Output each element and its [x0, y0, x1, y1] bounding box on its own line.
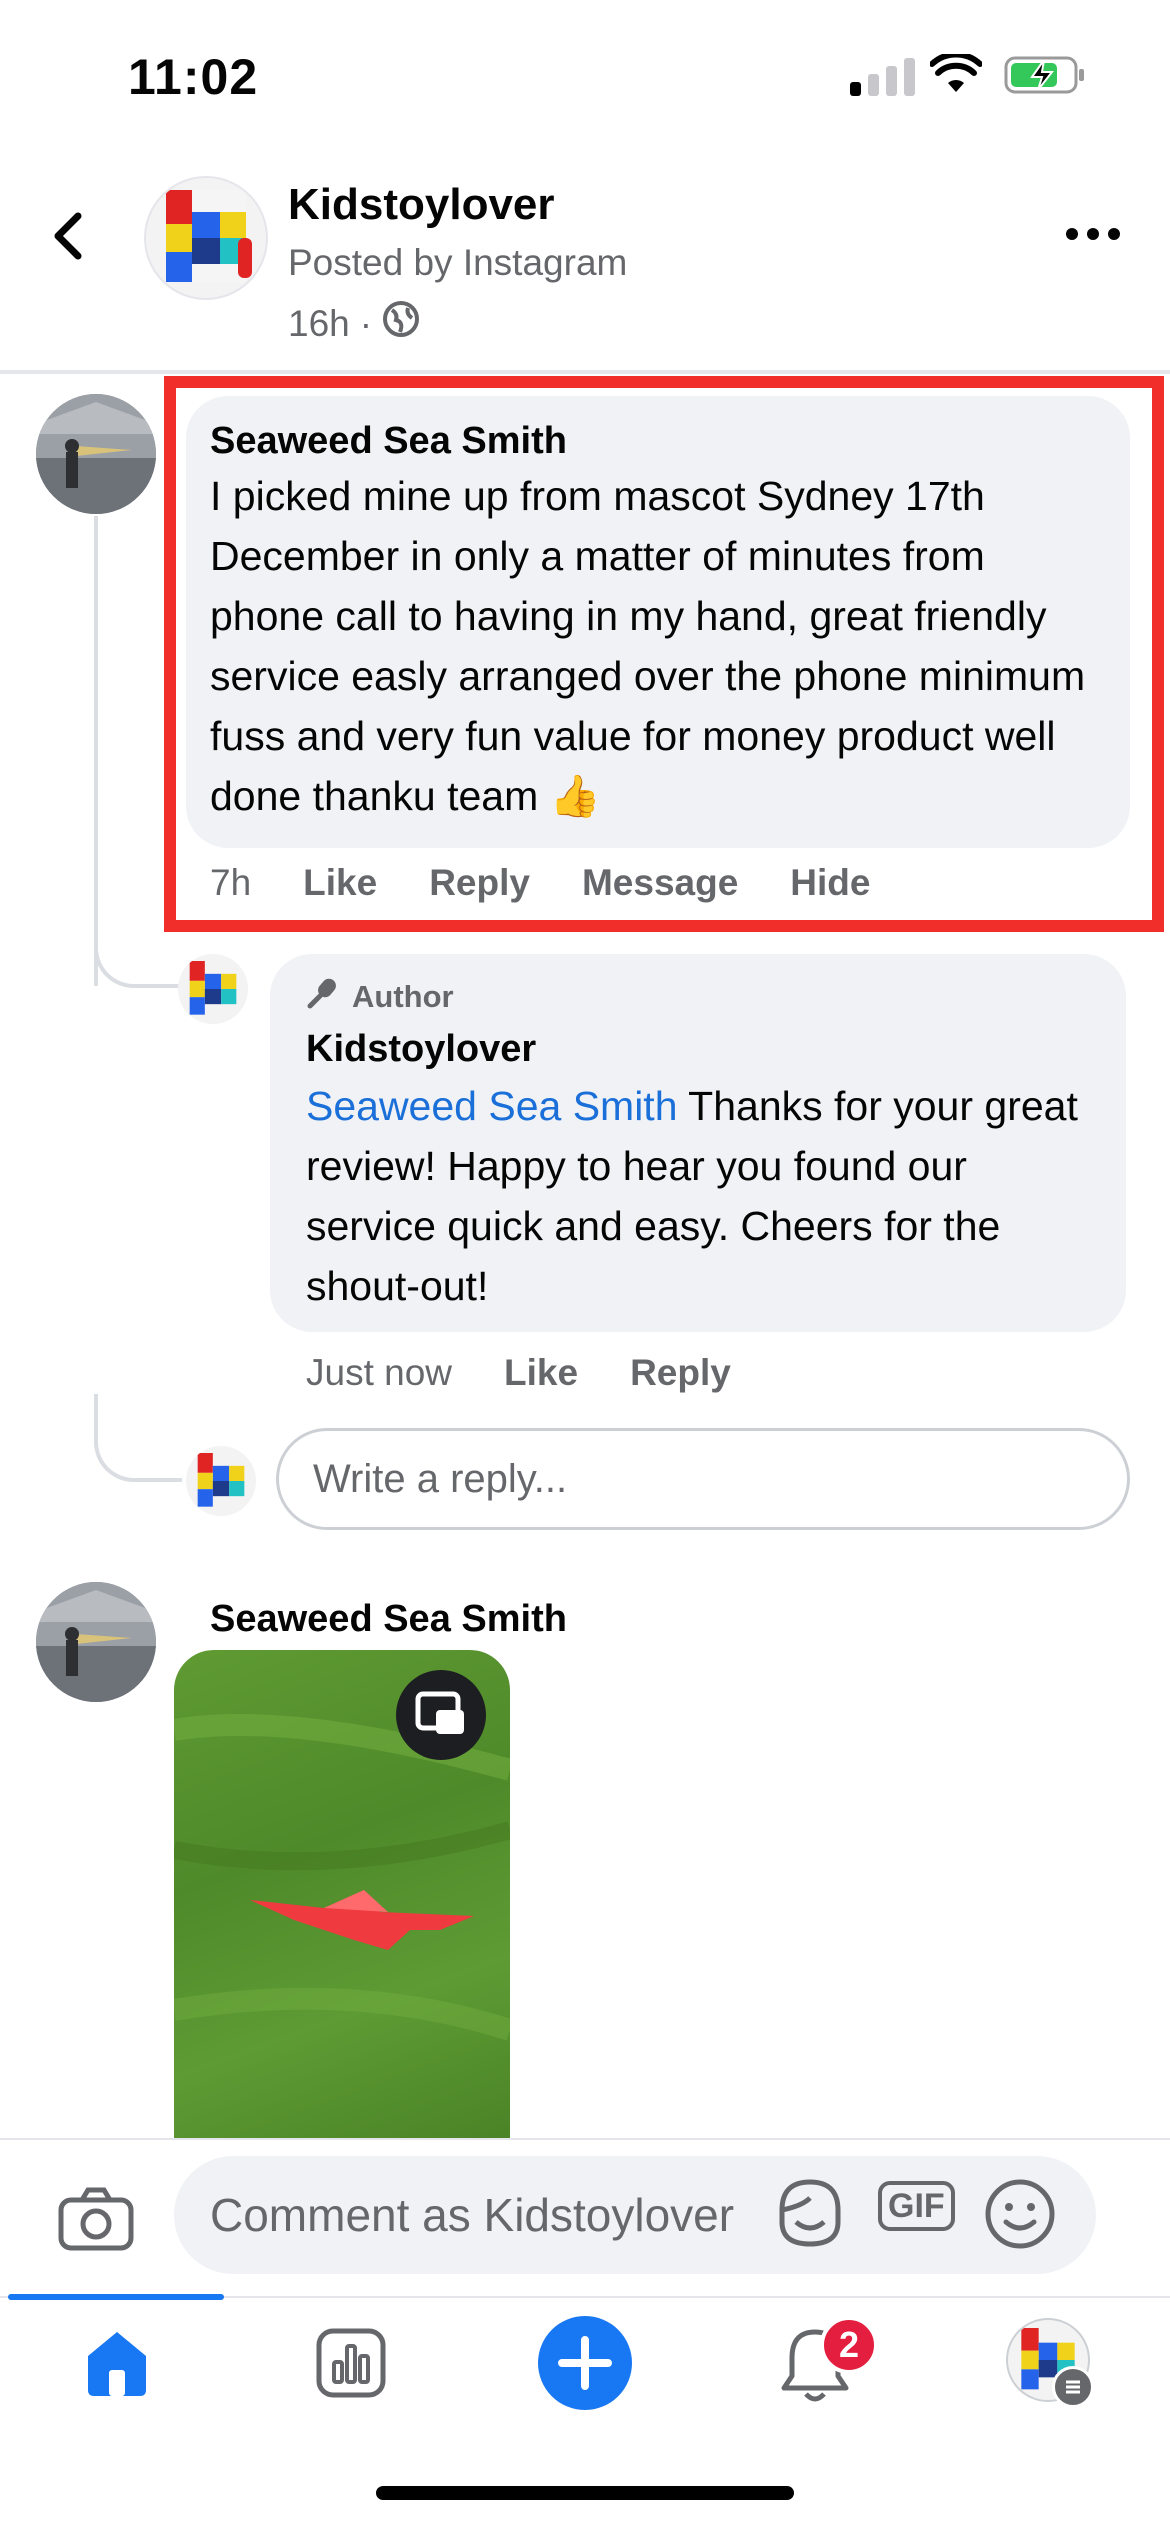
cellular-signal-icon	[850, 58, 915, 96]
post-time: 16h	[288, 302, 350, 344]
reply-actions: Just now Like Reply	[306, 1352, 731, 1394]
bell-icon	[778, 2329, 852, 2410]
reply-button[interactable]: Reply	[429, 862, 530, 904]
comment-time: 7h	[210, 862, 252, 903]
like-button[interactable]: Like	[303, 862, 377, 904]
notification-badge: 2	[820, 2316, 878, 2374]
plus-icon	[538, 2316, 632, 2414]
page-avatar[interactable]	[144, 176, 268, 300]
meta-separator: ·	[359, 302, 373, 344]
author-tag: Author	[306, 976, 454, 1018]
header-divider	[0, 370, 1170, 374]
comment-input[interactable]: Comment as Kidstoylover	[174, 2156, 1096, 2274]
reply-author[interactable]: Kidstoylover	[306, 1028, 536, 1071]
comment-actions: 7h Like Reply Message Hide	[210, 862, 870, 904]
thread-connector	[94, 1394, 182, 1482]
commenter-avatar[interactable]	[36, 394, 156, 514]
hide-button[interactable]: Hide	[790, 862, 870, 904]
emoji-icon[interactable]	[984, 2178, 1056, 2255]
like-button[interactable]: Like	[504, 1352, 578, 1394]
post-meta: 16h ·	[288, 300, 420, 347]
commenter-avatar[interactable]	[36, 1582, 156, 1702]
posted-by-label: Posted by Instagram	[288, 242, 628, 283]
avatar-sticker-icon[interactable]	[772, 2176, 846, 2255]
mention-link[interactable]: Seaweed Sea Smith	[306, 1083, 678, 1129]
home-icon	[80, 2332, 154, 2404]
home-indicator	[376, 2486, 794, 2500]
reply-input[interactable]: Write a reply...	[276, 1428, 1130, 1530]
picture-in-picture-button[interactable]	[396, 1670, 486, 1760]
tab-create[interactable]	[538, 2316, 632, 2415]
comment-text: I picked mine up from mascot Sydney 17th…	[210, 473, 1086, 819]
camera-icon[interactable]	[58, 2186, 134, 2257]
profile-avatar	[1006, 2318, 1094, 2408]
back-button[interactable]	[48, 210, 88, 267]
active-tab-indicator	[8, 2294, 224, 2300]
reply-button[interactable]: Reply	[630, 1352, 731, 1394]
reply-text: Seaweed Sea Smith Thanks for your great …	[306, 1076, 1106, 1316]
tab-home[interactable]	[80, 2326, 154, 2405]
status-time: 11:02	[128, 49, 259, 105]
page-name[interactable]: Kidstoylover	[288, 180, 555, 230]
reply-bubble[interactable]: Author Kidstoylover Seaweed Sea Smith Th…	[270, 954, 1126, 1332]
gif-button[interactable]: GIF	[878, 2181, 955, 2231]
globe-icon	[382, 300, 420, 347]
battery-icon	[1004, 54, 1088, 101]
message-button[interactable]: Message	[582, 862, 738, 904]
author-tag-label: Author	[352, 979, 454, 1014]
comment-author[interactable]: Seaweed Sea Smith	[210, 420, 567, 463]
microphone-icon	[306, 976, 340, 1018]
wifi-icon	[929, 51, 983, 99]
self-avatar	[186, 1446, 256, 1516]
tab-insights[interactable]	[314, 2326, 388, 2405]
gif-label: GIF	[878, 2181, 955, 2231]
comment-placeholder: Comment as Kidstoylover	[210, 2189, 735, 2241]
author-avatar[interactable]	[178, 954, 248, 1024]
reply-time: Just now	[306, 1352, 453, 1393]
comment-author[interactable]: Seaweed Sea Smith	[210, 1598, 567, 1641]
menu-icon	[1052, 2366, 1094, 2408]
tab-profile[interactable]	[1006, 2318, 1094, 2408]
comment-bubble[interactable]: Seaweed Sea Smith I picked mine up from …	[186, 396, 1130, 848]
bar-chart-icon	[314, 2328, 388, 2404]
more-options-button[interactable]	[1066, 228, 1120, 240]
